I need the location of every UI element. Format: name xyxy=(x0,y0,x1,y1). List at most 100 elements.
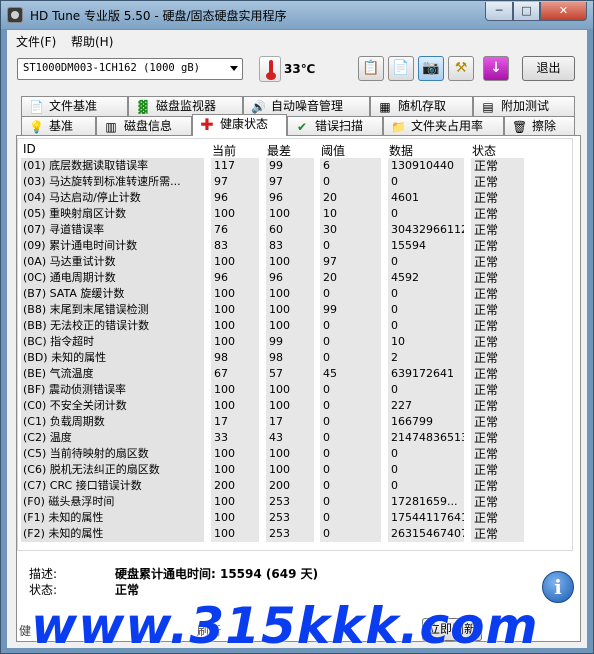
table-row[interactable]: (01) 底层数据读取错误率 117 99 6 130910440 正常 xyxy=(18,158,572,174)
copy-info-button[interactable]: 📋 xyxy=(358,56,384,81)
table-row[interactable]: (B7) SATA 旋缓计数 100 100 0 0 正常 xyxy=(18,286,572,302)
col-threshold[interactable]: 阈值 xyxy=(321,142,345,159)
drive-select[interactable]: ST1000DM003-1CH162 (1000 gB) xyxy=(17,58,243,80)
worst-value-cell: 98 xyxy=(266,350,314,366)
raw-data-cell: 0 xyxy=(388,254,464,270)
save-button[interactable]: ↓ xyxy=(483,56,509,81)
table-row[interactable]: (BC) 指令超时 100 99 0 10 正常 xyxy=(18,334,572,350)
menu-file[interactable]: 文件(F) xyxy=(16,33,56,50)
threshold-value-cell: 0 xyxy=(320,478,381,494)
table-row[interactable]: (09) 累计通电时间计数 83 83 0 15594 正常 xyxy=(18,238,572,254)
tab-folder-usage[interactable]: 📁 文件夹占用率 xyxy=(383,116,504,136)
table-row[interactable]: (C2) 温度 33 43 0 21474836513 正常 xyxy=(18,430,572,446)
raw-data-cell: 15594 xyxy=(388,238,464,254)
minimize-button[interactable]: ─ xyxy=(485,2,513,21)
tab-random-access[interactable]: ▦ 随机存取 xyxy=(370,96,473,116)
threshold-value-cell: 0 xyxy=(320,446,381,462)
col-id[interactable]: ID xyxy=(23,142,36,156)
maximize-button[interactable]: □ xyxy=(513,2,540,21)
exit-button[interactable]: 退出 xyxy=(522,56,575,81)
tab-health[interactable]: ✚ 健康状态 xyxy=(192,114,287,136)
speaker-icon: 🔊 xyxy=(251,100,266,114)
current-value-cell: 100 xyxy=(211,382,259,398)
site-watermark: www.315kkk.com xyxy=(31,597,539,654)
status-cell: 正常 xyxy=(471,334,524,350)
tab-label: 文件基准 xyxy=(49,99,98,113)
save-download-icon: ↓ xyxy=(490,60,502,76)
col-current[interactable]: 当前 xyxy=(212,142,236,159)
tab-error-scan[interactable]: ✔ 错误扫描 xyxy=(287,116,383,136)
table-row[interactable]: (C0) 不安全关闭计数 100 100 0 227 正常 xyxy=(18,398,572,414)
folder-icon: 📁 xyxy=(391,120,406,134)
table-row[interactable]: (C1) 负载周期数 17 17 0 166799 正常 xyxy=(18,414,572,430)
menu-help[interactable]: 帮助(H) xyxy=(71,33,113,50)
menu-bar: 文件(F) 帮助(H) xyxy=(7,30,587,50)
tab-disk-info[interactable]: ▥ 磁盘信息 xyxy=(96,116,192,136)
threshold-value-cell: 0 xyxy=(320,286,381,302)
raw-data-cell: 17281659... xyxy=(388,494,464,510)
current-value-cell: 100 xyxy=(211,318,259,334)
tab-disk-monitor[interactable]: ▓ 磁盘监视器 xyxy=(128,96,243,116)
current-value-cell: 17 xyxy=(211,414,259,430)
status-cell: 正常 xyxy=(471,510,524,526)
raw-data-cell: 166799 xyxy=(388,414,464,430)
table-row[interactable]: (C7) CRC 接口错误计数 200 200 0 0 正常 xyxy=(18,478,572,494)
raw-data-cell: 0 xyxy=(388,478,464,494)
attribute-name-cell: (01) 底层数据读取错误率 xyxy=(21,158,204,174)
col-worst[interactable]: 最差 xyxy=(267,142,291,159)
table-row[interactable]: (BE) 气流温度 67 57 45 639172641 正常 xyxy=(18,366,572,382)
info-icon[interactable]: i xyxy=(542,571,574,603)
col-status[interactable]: 状态 xyxy=(472,142,496,159)
status-cell: 正常 xyxy=(471,462,524,478)
attribute-name-cell: (BB) 无法校正的错误计数 xyxy=(21,318,204,334)
status-cell: 正常 xyxy=(471,398,524,414)
options-button[interactable]: ⚒ xyxy=(448,56,474,81)
screenshot-button[interactable]: 📷 xyxy=(418,56,444,81)
health-log-checkbox-label[interactable]: 健 xyxy=(19,622,31,639)
attribute-name-cell: (05) 重映射扇区计数 xyxy=(21,206,204,222)
raw-data-cell: 0 xyxy=(388,302,464,318)
tab-erase[interactable]: 🗑 擦除 xyxy=(504,116,575,136)
table-row[interactable]: (BF) 震动侦测错误率 100 100 0 0 正常 xyxy=(18,382,572,398)
table-row[interactable]: (0A) 马达重试计数 100 100 97 0 正常 xyxy=(18,254,572,270)
table-row[interactable]: (C5) 当前待映射的扇区数 100 100 0 0 正常 xyxy=(18,446,572,462)
table-row[interactable]: (0C) 通电周期计数 96 96 20 4592 正常 xyxy=(18,270,572,286)
current-value-cell: 33 xyxy=(211,430,259,446)
table-row[interactable]: (07) 寻道错误率 76 60 30 30432966112 正常 xyxy=(18,222,572,238)
copy-screen-button[interactable]: 📄 xyxy=(388,56,414,81)
current-value-cell: 76 xyxy=(211,222,259,238)
table-row[interactable]: (03) 马达旋转到标准转速所需... 97 97 0 0 正常 xyxy=(18,174,572,190)
tab-label: 磁盘监视器 xyxy=(156,99,217,113)
attribute-name-cell: (C6) 脱机无法纠正的扇区数 xyxy=(21,462,204,478)
worst-value-cell: 253 xyxy=(266,510,314,526)
worst-value-cell: 100 xyxy=(266,398,314,414)
table-row[interactable]: (BB) 无法校正的错误计数 100 100 0 0 正常 xyxy=(18,318,572,334)
table-row[interactable]: (F1) 未知的属性 100 253 0 17544117641 正常 xyxy=(18,510,572,526)
tab-extra-tests[interactable]: ▤ 附加测试 xyxy=(473,96,575,116)
table-row[interactable]: (BD) 未知的属性 98 98 0 2 正常 xyxy=(18,350,572,366)
table-row[interactable]: (04) 马达启动/停止计数 96 96 20 4601 正常 xyxy=(18,190,572,206)
worst-value-cell: 97 xyxy=(266,174,314,190)
table-row[interactable]: (F2) 未知的属性 100 253 0 26315467407 正常 xyxy=(18,526,572,542)
close-button[interactable]: ✕ xyxy=(540,2,587,21)
random-access-icon: ▦ xyxy=(379,100,391,114)
table-row[interactable]: (05) 重映射扇区计数 100 100 10 0 正常 xyxy=(18,206,572,222)
col-data[interactable]: 数据 xyxy=(389,142,413,159)
table-row[interactable]: (F0) 磁头悬浮时间 100 253 0 17281659... 正常 xyxy=(18,494,572,510)
attribute-name-cell: (C7) CRC 接口错误计数 xyxy=(21,478,204,494)
description-value: 硬盘累计通电时间: 15594 (649 天) xyxy=(115,567,319,581)
title-bar[interactable]: HD Tune 专业版 5.50 - 硬盘/固态硬盘实用程序 ─ □ ✕ xyxy=(1,1,593,29)
table-row[interactable]: (C6) 脱机无法纠正的扇区数 100 100 0 0 正常 xyxy=(18,462,572,478)
worst-value-cell: 100 xyxy=(266,446,314,462)
tab-file-benchmark[interactable]: 📄 文件基准 xyxy=(21,96,128,116)
worst-value-cell: 253 xyxy=(266,494,314,510)
tab-aam[interactable]: 🔊 自动噪音管理 xyxy=(243,96,370,116)
worst-value-cell: 17 xyxy=(266,414,314,430)
status-label: 状态: xyxy=(29,583,58,597)
tab-benchmark[interactable]: 💡 基准 xyxy=(21,116,96,136)
status-cell: 正常 xyxy=(471,318,524,334)
table-row[interactable]: (B8) 末尾到末尾错误检测 100 100 99 0 正常 xyxy=(18,302,572,318)
status-cell: 正常 xyxy=(471,430,524,446)
current-value-cell: 96 xyxy=(211,190,259,206)
smart-table[interactable]: ID 当前 最差 阈值 数据 状态 (01) 底层数据读取错误率 117 99 6 13… xyxy=(17,138,573,551)
